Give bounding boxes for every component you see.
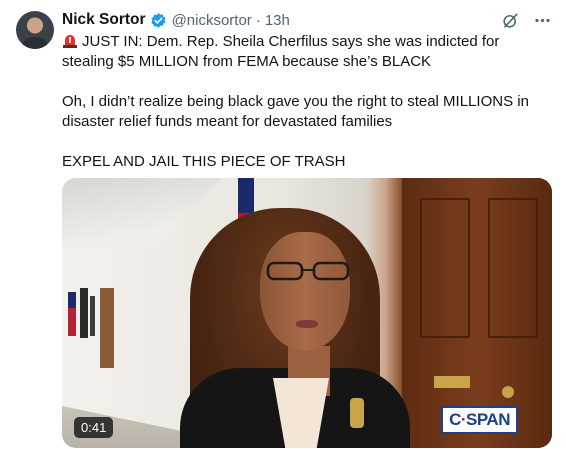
author-handle[interactable]: @nicksortor	[172, 12, 252, 29]
tweet-line-2: Oh, I didn’t realize being black gave yo…	[62, 93, 529, 130]
avatar[interactable]	[16, 11, 54, 49]
tweet-line-1: JUST IN: Dem. Rep. Sheila Cherfilus says…	[62, 32, 552, 72]
siren-icon	[62, 33, 78, 48]
author-name[interactable]: Nick Sortor	[62, 11, 146, 29]
video-duration: 0:41	[74, 417, 114, 438]
tweet-actions-top	[500, 10, 552, 30]
door-nameplate	[434, 376, 470, 388]
speaker-figure	[180, 208, 410, 448]
more-options-icon[interactable]	[532, 10, 552, 30]
grok-icon[interactable]	[500, 10, 520, 30]
tweet-header: Nick Sortor @nicksortor · 13h	[62, 9, 552, 31]
tweet-line-3: EXPEL AND JAIL THIS PIECE OF TRASH	[62, 153, 346, 170]
flags-image	[68, 288, 95, 338]
timestamp[interactable]: 13h	[265, 12, 290, 29]
tweet-body: JUST IN: Dem. Rep. Sheila Cherfilus says…	[62, 32, 552, 172]
video-player[interactable]: 0:41 C·SPAN	[62, 178, 552, 448]
tweet-text-1: JUST IN: Dem. Rep. Sheila Cherfilus says…	[62, 33, 500, 70]
corridor-door	[100, 288, 114, 368]
door-knob	[502, 386, 514, 398]
cspan-logo: C·SPAN	[441, 406, 518, 434]
separator-dot: ·	[255, 11, 261, 29]
verified-badge-icon	[150, 12, 167, 29]
